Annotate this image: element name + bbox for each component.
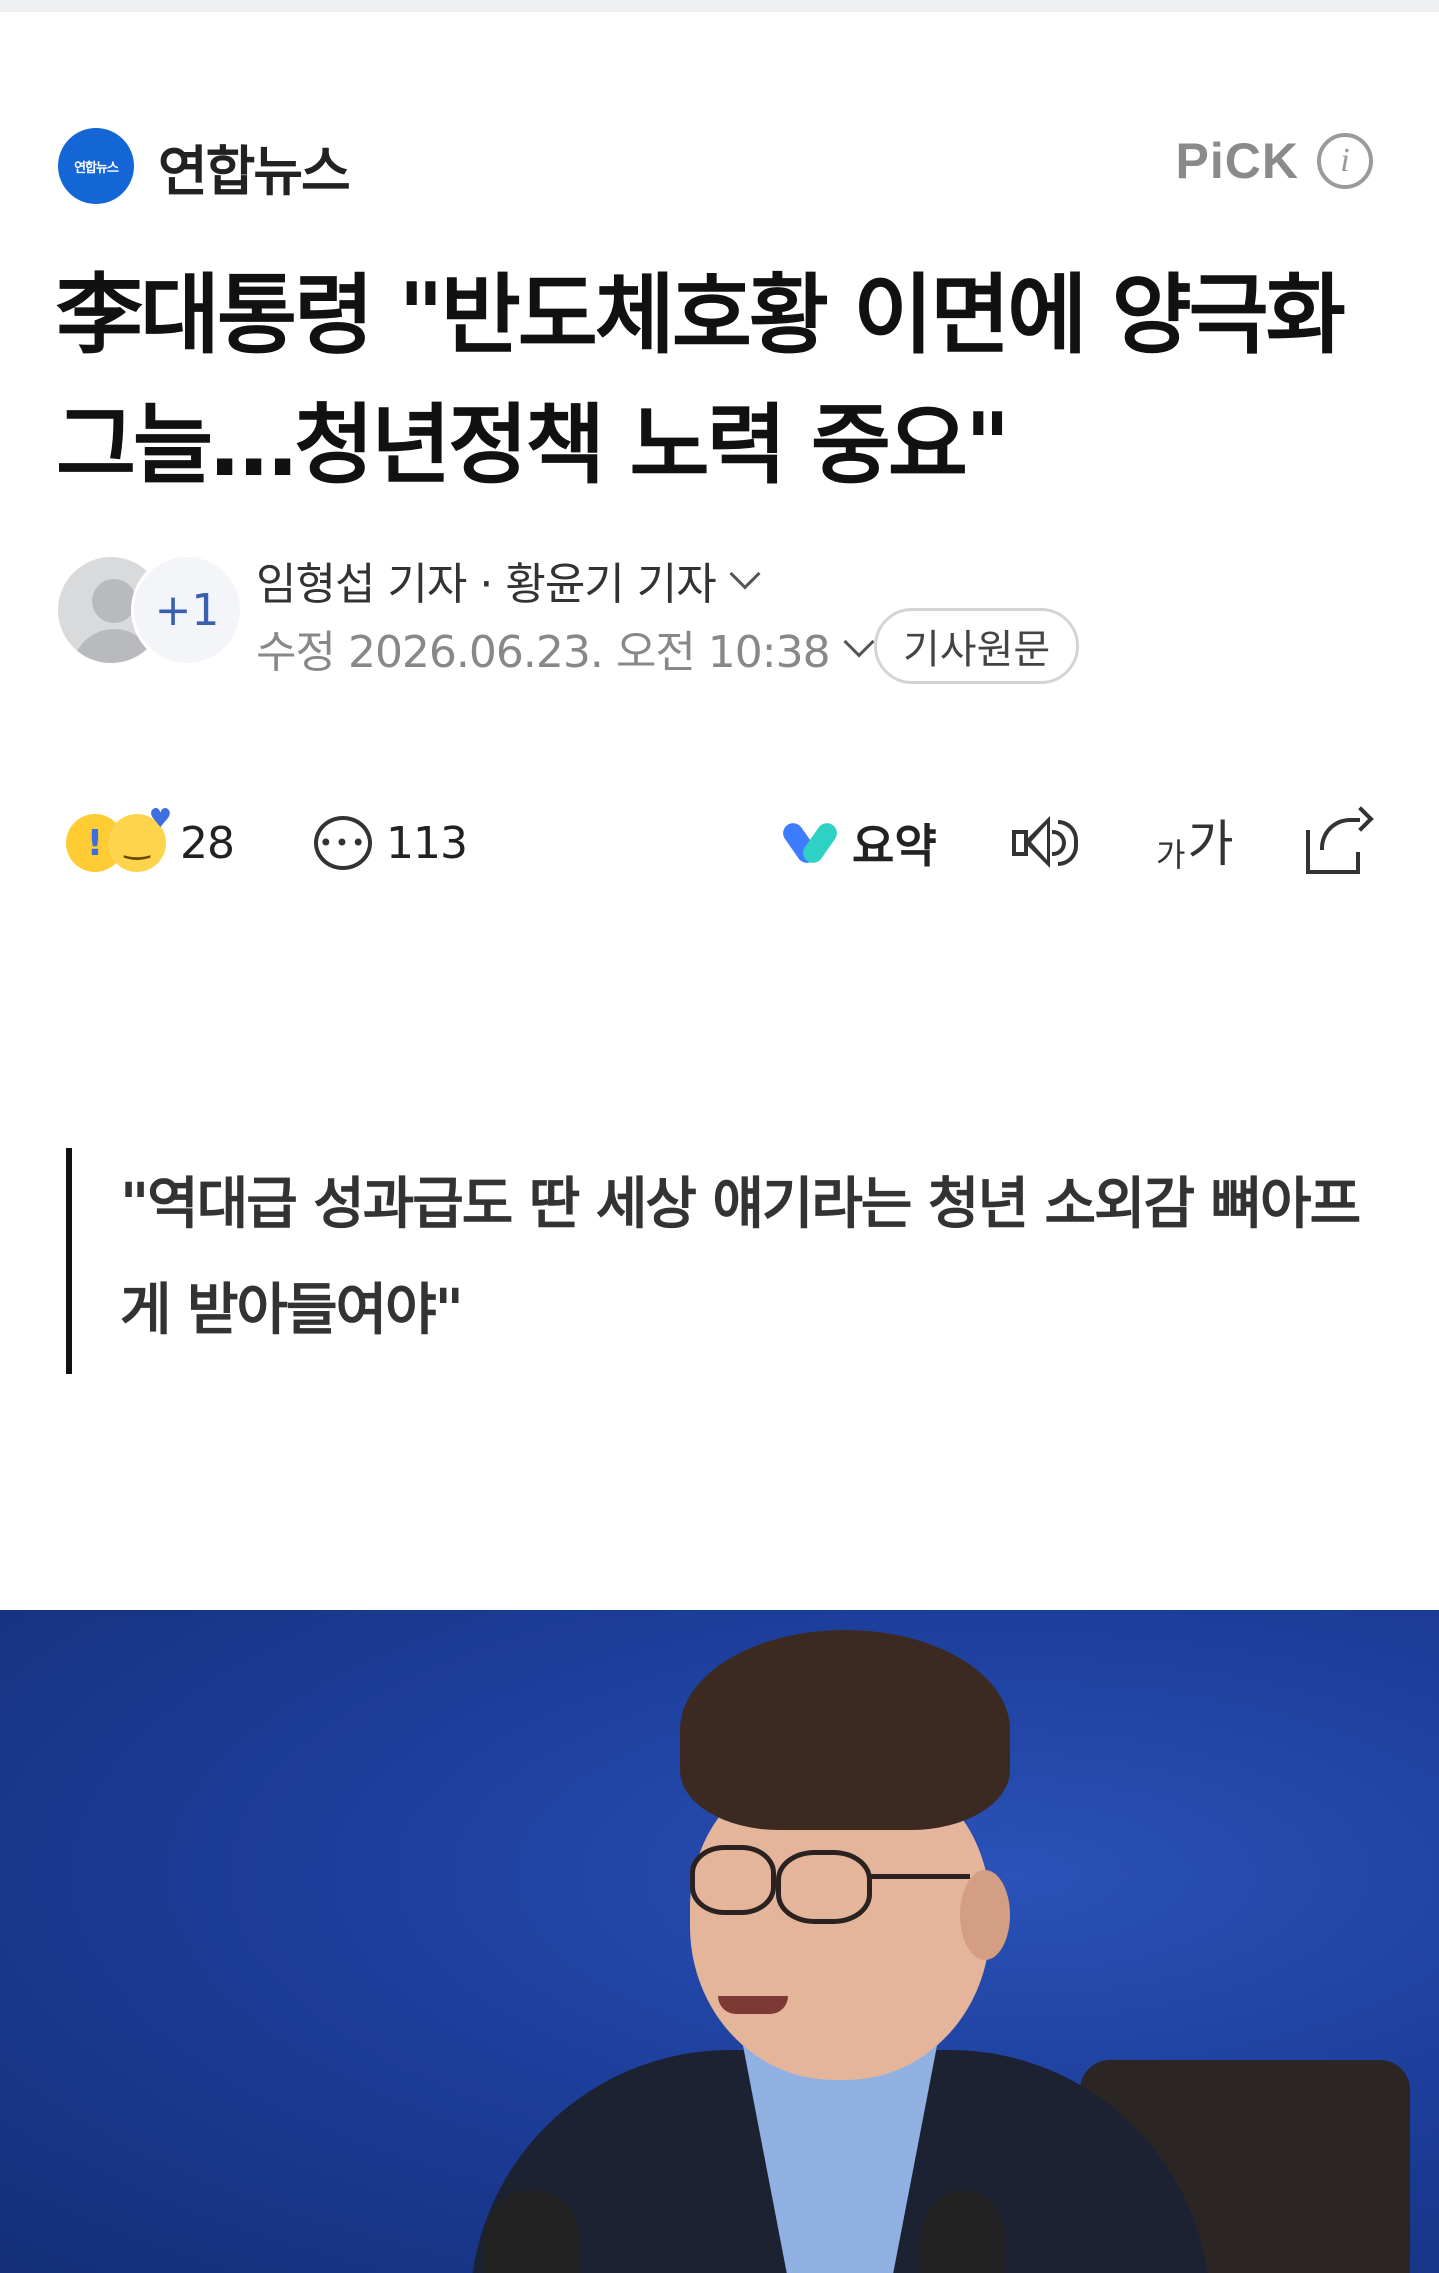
chevron-down-icon[interactable]	[729, 558, 761, 590]
photo-glasses-arm	[870, 1874, 970, 1879]
reporter-names[interactable]: 임형섭 기자 · 황윤기 기자	[256, 548, 761, 612]
summary-button[interactable]: 요약	[779, 808, 937, 878]
dateline[interactable]: 수정 2026.06.23. 오전 10:38	[256, 616, 875, 680]
press-header[interactable]: 연합뉴스 연합뉴스	[58, 127, 351, 206]
font-size-big-glyph: 가	[1187, 815, 1234, 873]
info-icon[interactable]: i	[1317, 133, 1373, 189]
summary-icon	[779, 817, 841, 869]
photo-ear	[960, 1870, 1010, 1960]
speaker-icon[interactable]	[1008, 808, 1080, 878]
top-divider	[0, 0, 1439, 12]
photo-glasses-right	[776, 1850, 872, 1924]
article-title: 李대통령 "반도체호황 이면에 양극화 그늘…청년정책 노력 중요"	[56, 264, 1346, 496]
font-size-small-glyph: 가	[1156, 836, 1186, 874]
reaction-count: 28	[180, 817, 235, 869]
comment-button[interactable]: ••• 113	[314, 808, 468, 878]
smile-emoji-icon: ‿ ♥	[108, 804, 172, 872]
photo-mouth	[718, 1996, 788, 2014]
font-size-button[interactable]: 가 가	[1156, 806, 1233, 876]
original-article-button[interactable]: 기사원문	[874, 608, 1080, 684]
photo-hair	[680, 1630, 1010, 1830]
share-icon[interactable]	[1302, 806, 1374, 878]
heart-icon: ♥	[148, 804, 172, 834]
article-subheading-quote: "역대급 성과급도 딴 세상 얘기라는 청년 소외감 뼈아프게 받아들여야"	[66, 1148, 1366, 1374]
chevron-down-icon[interactable]	[843, 626, 875, 658]
more-reporters-badge[interactable]: +1	[131, 554, 243, 666]
article-photo[interactable]	[0, 1610, 1439, 2273]
press-logo[interactable]: 연합뉴스	[58, 128, 134, 204]
reaction-button[interactable]: ! ‿ ♥ 28	[66, 804, 235, 878]
reporter-avatars[interactable]: +1	[55, 552, 243, 668]
pick-badge[interactable]: PiCK i	[1176, 132, 1373, 190]
comment-count: 113	[386, 817, 468, 869]
summary-label: 요약	[852, 819, 937, 873]
avatar-head	[92, 579, 136, 623]
reporter-names-text: 임형섭 기자 · 황윤기 기자	[256, 559, 717, 610]
pick-label: PiCK	[1175, 133, 1299, 189]
press-name[interactable]: 연합뉴스	[158, 127, 351, 206]
quote-text: "역대급 성과급도 딴 세상 얘기라는 청년 소외감 뼈아프게 받아들여야"	[120, 1172, 1361, 1343]
comment-icon: •••	[314, 816, 372, 870]
photo-glasses-left	[690, 1845, 776, 1915]
dateline-text: 수정 2026.06.23. 오전 10:38	[256, 627, 831, 678]
